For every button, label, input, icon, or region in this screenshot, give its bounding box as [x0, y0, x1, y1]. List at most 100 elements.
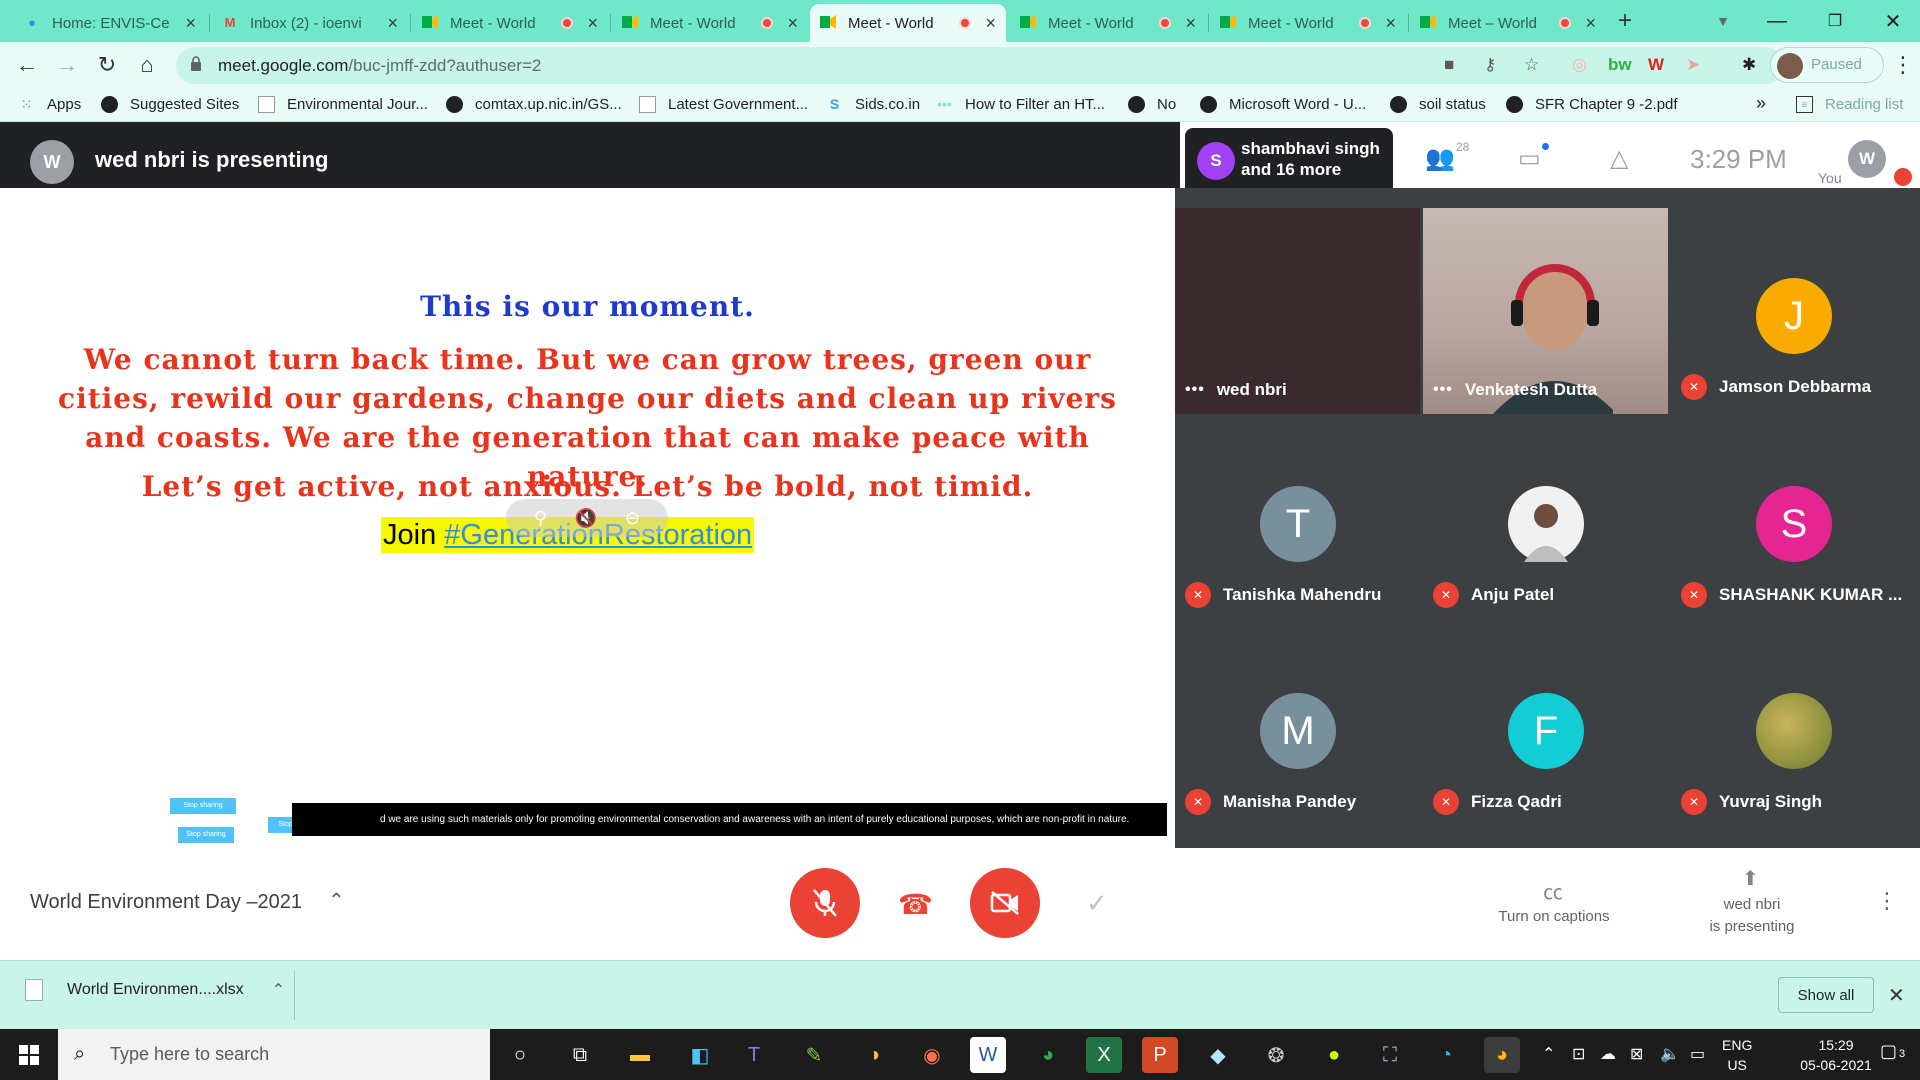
bookmarks-overflow-button[interactable]: » — [1756, 93, 1766, 114]
app-icon[interactable]: ◑ — [856, 1037, 892, 1073]
profile-button[interactable]: Paused — [1770, 47, 1884, 83]
bookmark-sids[interactable]: S Sids.co.in — [826, 96, 920, 113]
tab-meet-1[interactable]: Meet - World × — [412, 4, 608, 42]
tab-meet-4[interactable]: Meet - World × — [1010, 4, 1206, 42]
camera-toggle-button[interactable] — [970, 868, 1040, 938]
participant-tile[interactable]: ••• wed nbri — [1175, 208, 1420, 414]
teams-icon[interactable]: T — [736, 1037, 772, 1073]
grammar-extension-icon[interactable]: bw — [1608, 55, 1632, 75]
firefox-icon[interactable]: ◉ — [914, 1037, 950, 1073]
bookmark-environmental-journal[interactable]: Environmental Jour... — [258, 96, 428, 113]
close-tab-icon[interactable]: × — [185, 14, 196, 32]
extension-icon[interactable]: ◎ — [1572, 55, 1587, 75]
address-bar[interactable]: meet.google.com/buc-jmff-zdd?authuser=2 … — [176, 47, 1784, 84]
close-tab-icon[interactable]: × — [787, 14, 798, 32]
tray-app-icon[interactable]: ⊠ — [1630, 1044, 1643, 1064]
microphone-toggle-button[interactable] — [790, 868, 860, 938]
notification-center-icon[interactable]: ▢ 3 — [1880, 1041, 1905, 1062]
captions-icon[interactable]: ㏄ — [1543, 876, 1563, 905]
bookmark-comtax[interactable]: comtax.up.nic.in/GS... — [446, 96, 622, 113]
word-icon[interactable]: W — [970, 1037, 1006, 1073]
start-button[interactable] — [0, 1029, 58, 1080]
meeting-title[interactable]: World Environment Day –2021 — [30, 891, 302, 914]
new-tab-button[interactable]: + — [1608, 4, 1642, 38]
back-button[interactable]: ← — [10, 48, 44, 82]
close-icon[interactable]: ✕ — [1888, 983, 1905, 1008]
cortana-icon[interactable]: ○ — [502, 1037, 538, 1073]
chrome-icon[interactable]: ◕ — [1484, 1037, 1520, 1073]
w-extension-icon[interactable]: W — [1648, 55, 1664, 75]
stop-sharing-thumb[interactable]: Stop sharing — [178, 827, 234, 843]
present-screen-icon[interactable]: ⬆ — [1742, 866, 1759, 891]
bookmark-suggested-sites[interactable]: Suggested Sites — [101, 96, 239, 113]
pointer-extension-icon[interactable]: ➤ — [1686, 55, 1700, 75]
show-all-button[interactable]: Show all — [1778, 977, 1874, 1013]
more-options-icon[interactable]: ••• — [1185, 381, 1205, 399]
app-icon[interactable]: ◧ — [682, 1037, 718, 1073]
chevron-up-icon[interactable]: ⌃ — [328, 888, 345, 913]
remove-icon[interactable]: ⊖ — [625, 508, 640, 529]
volume-icon[interactable]: 🔈 — [1660, 1044, 1680, 1064]
pin-icon[interactable]: ⚲ — [534, 508, 547, 529]
close-window-button[interactable]: ✕ — [1864, 0, 1920, 42]
check-icon[interactable]: ✓ — [1086, 888, 1108, 919]
reading-list-button[interactable]: ≡ Reading list — [1796, 96, 1903, 113]
excel-icon[interactable]: X — [1086, 1037, 1122, 1073]
participant-tile[interactable]: ••• Venkatesh Dutta — [1423, 208, 1668, 414]
participant-tile[interactable]: M ✕ Manisha Pandey — [1175, 623, 1420, 829]
home-button[interactable]: ⌂ — [130, 48, 164, 82]
bookmark-apps[interactable]: ⁙ Apps — [18, 96, 82, 113]
close-tab-icon[interactable]: × — [985, 14, 996, 32]
participant-tile[interactable]: T ✕ Tanishka Mahendru — [1175, 416, 1420, 622]
chrome-icon[interactable]: ◕ — [1030, 1037, 1066, 1073]
tab-home-envis[interactable]: ● Home: ENVIS-Ce × — [14, 4, 206, 42]
close-tab-icon[interactable]: × — [1585, 14, 1596, 32]
taskbar-search[interactable]: ⌕ Type here to search — [58, 1029, 490, 1080]
tab-meet-active[interactable]: Meet - World × — [810, 4, 1006, 42]
tab-inbox[interactable]: M Inbox (2) - ioenvi × — [212, 4, 408, 42]
tab-meet-5[interactable]: Meet - World × — [1210, 4, 1406, 42]
file-explorer-icon[interactable]: ▬ — [622, 1037, 658, 1073]
chat-icon[interactable]: ▭ — [1518, 144, 1541, 173]
tab-meet-6[interactable]: Meet – World × — [1410, 4, 1606, 42]
camera-icon[interactable]: ■ — [1444, 55, 1454, 75]
bookmark-no[interactable]: No — [1128, 96, 1176, 113]
participant-tile[interactable]: J ✕ Jamson Debbarma — [1671, 208, 1916, 414]
language-indicator[interactable]: ENG US — [1722, 1035, 1752, 1075]
more-options-icon[interactable]: ••• — [1433, 381, 1453, 399]
clock[interactable]: 15:29 05-06-2021 — [1786, 1035, 1886, 1075]
puzzle-extensions-icon[interactable]: ✱ — [1742, 55, 1756, 75]
app-icon[interactable]: ❂ — [1258, 1037, 1294, 1073]
chevron-up-icon[interactable]: ⌃ — [272, 980, 285, 1000]
hang-up-button[interactable]: ☎ — [898, 888, 933, 921]
tab-meet-2[interactable]: Meet - World × — [612, 4, 808, 42]
app-icon[interactable]: ● — [1316, 1037, 1352, 1073]
forward-button[interactable]: → — [50, 48, 84, 82]
close-tab-icon[interactable]: × — [1185, 14, 1196, 32]
task-view-icon[interactable]: ⧉ — [562, 1037, 598, 1073]
app-icon[interactable]: ✎ — [796, 1037, 832, 1073]
captions-button[interactable]: Turn on captions — [1480, 906, 1628, 928]
bookmark-sfr-chapter[interactable]: SFR Chapter 9 -2.pdf — [1506, 96, 1678, 113]
participant-tile[interactable]: S ✕ SHASHANK KUMAR ... — [1671, 416, 1916, 622]
presenting-status[interactable]: wed nbri is presenting — [1690, 894, 1814, 938]
self-avatar[interactable]: W — [1848, 140, 1886, 178]
bookmark-filter-html[interactable]: ••• How to Filter an HT... — [936, 96, 1105, 113]
app-icon[interactable]: ◆ — [1200, 1037, 1236, 1073]
people-icon[interactable]: 👥 — [1425, 144, 1455, 173]
tab-search-icon[interactable]: ▼ — [1706, 4, 1740, 38]
powerpoint-icon[interactable]: P — [1142, 1037, 1178, 1073]
reload-button[interactable]: ↻ — [90, 48, 124, 82]
close-tab-icon[interactable]: × — [387, 14, 398, 32]
restore-button[interactable]: ❐ — [1806, 0, 1864, 42]
activities-icon[interactable]: △ — [1610, 144, 1628, 173]
app-icon[interactable]: ⛶ — [1372, 1037, 1408, 1073]
download-item[interactable]: World Environmen....xlsx ⌃ — [25, 979, 285, 1001]
edge-icon[interactable]: ◔ — [1428, 1037, 1464, 1073]
participant-tile[interactable]: F ✕ Fizza Qadri — [1423, 623, 1668, 829]
network-icon[interactable]: ▭ — [1690, 1044, 1705, 1064]
participant-tile[interactable]: ✕ Anju Patel — [1423, 416, 1668, 622]
bookmark-soil-status[interactable]: soil status — [1390, 96, 1486, 113]
close-tab-icon[interactable]: × — [587, 14, 598, 32]
join-notification[interactable]: S shambhavi singh and 16 more — [1185, 128, 1393, 188]
